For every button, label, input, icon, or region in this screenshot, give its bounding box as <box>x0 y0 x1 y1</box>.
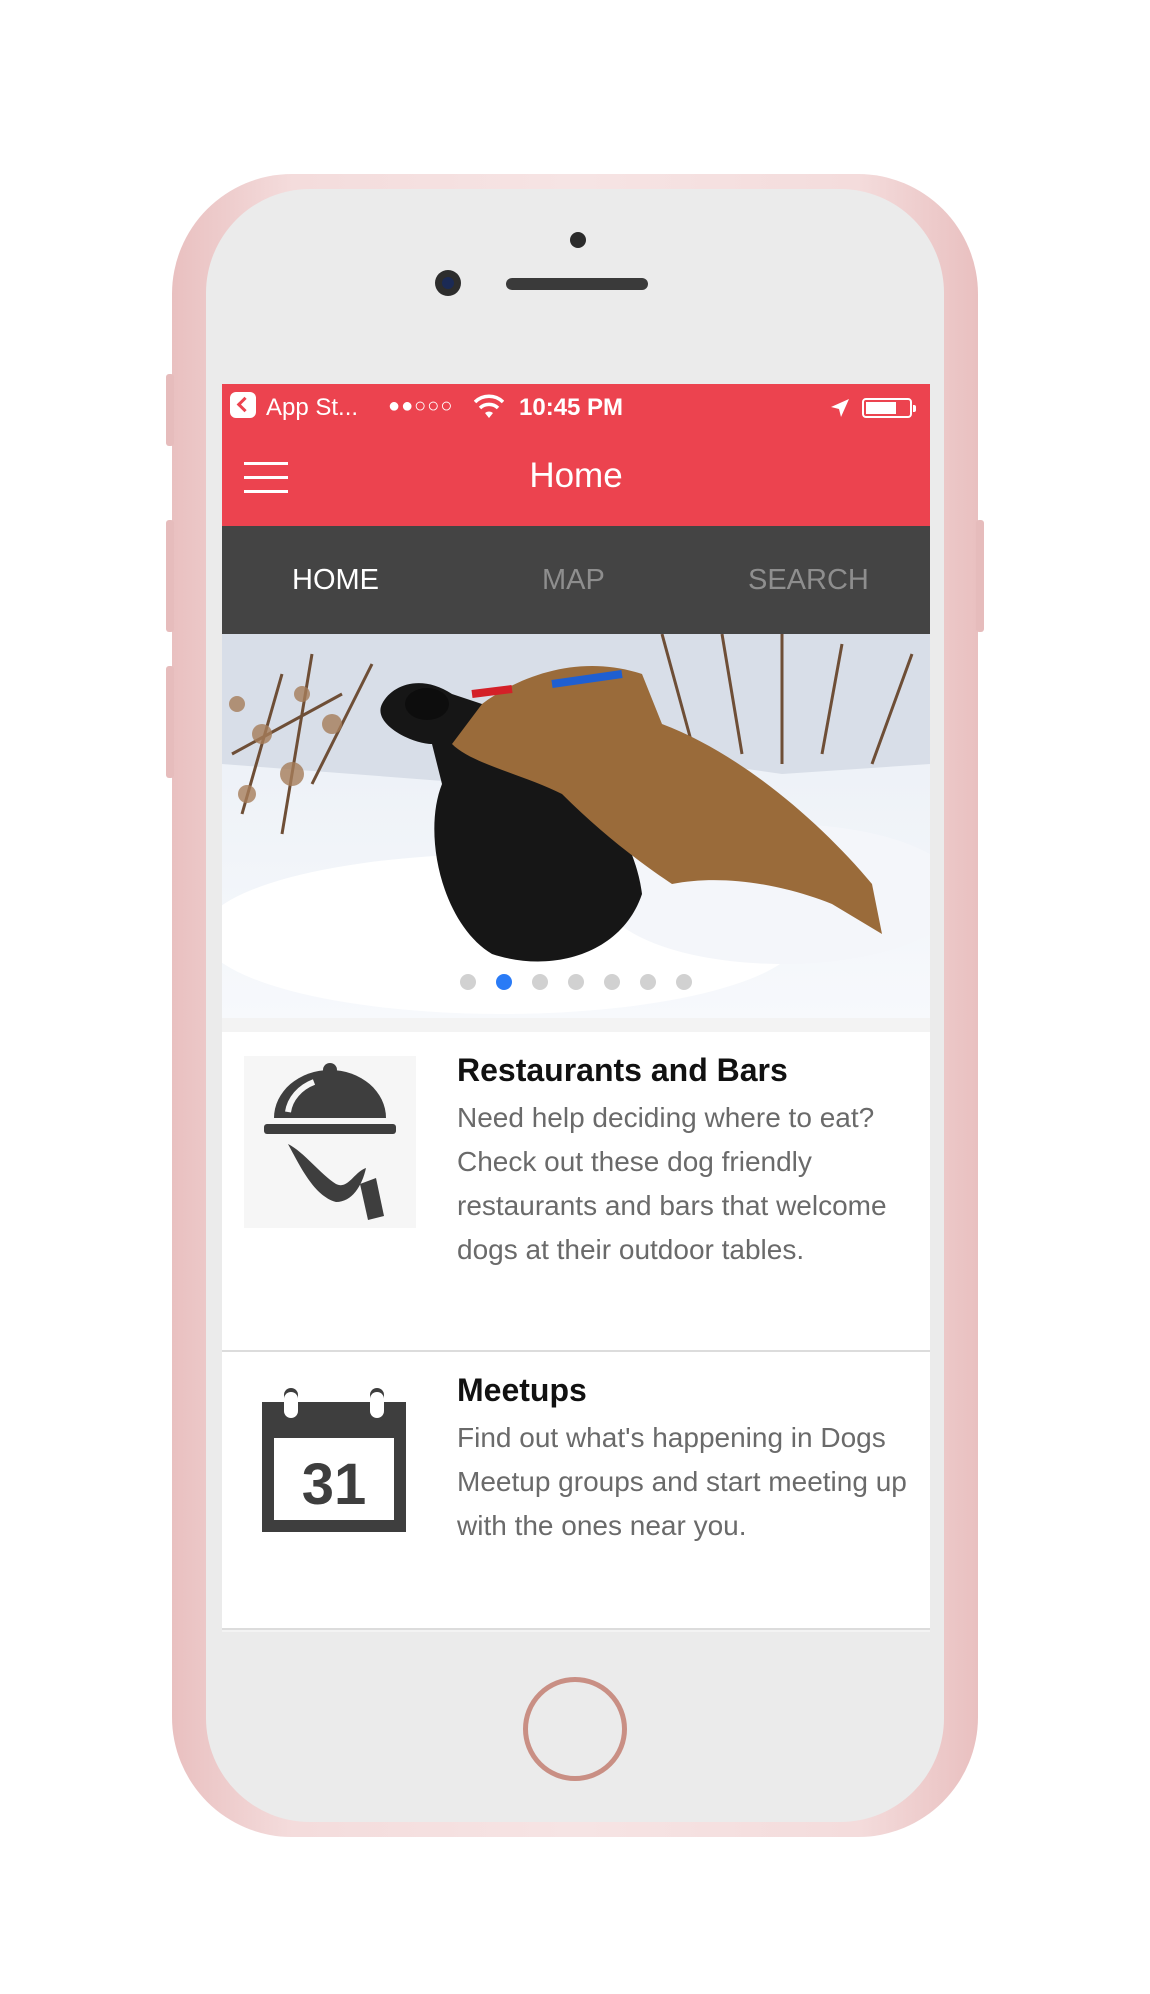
card-description: Need help deciding where to eat? Check o… <box>457 1102 887 1265</box>
status-time: 10:45 PM <box>519 394 624 421</box>
calendar-day: 31 <box>302 1452 367 1517</box>
card-title: Restaurants and Bars <box>457 1052 788 1088</box>
waiter-cloche-icon <box>244 1056 416 1228</box>
wifi-icon <box>474 394 504 418</box>
pager-dot[interactable] <box>604 974 620 990</box>
status-bar: App St... ●●○○○ 10:45 PM <box>222 384 930 430</box>
pager-dot[interactable] <box>676 974 692 990</box>
card-description: Find out what's happening in Dogs Meetup… <box>457 1422 907 1541</box>
pager-dot[interactable] <box>532 974 548 990</box>
tab-home[interactable]: HOME <box>292 564 379 597</box>
calendar-icon: 31 <box>244 1382 416 1554</box>
pager-dot[interactable] <box>568 974 584 990</box>
card-meetups[interactable]: 31 Meetups Find out what's happening in … <box>222 1352 930 1630</box>
tab-search[interactable]: SEARCH <box>748 564 869 597</box>
battery-icon <box>862 398 916 418</box>
silent-switch <box>166 374 174 446</box>
dogs-in-snow-photo <box>222 634 930 1018</box>
home-button[interactable] <box>523 1677 627 1781</box>
back-app-label[interactable]: App St... <box>266 394 358 422</box>
app-screen: App St... ●●○○○ 10:45 PM Home HOME MAP S… <box>222 384 930 1632</box>
power-button <box>976 520 984 632</box>
volume-up-button <box>166 520 174 632</box>
card-restaurants-and-bars[interactable]: Restaurants and Bars Need help deciding … <box>222 1032 930 1352</box>
page-title: Home <box>529 456 623 495</box>
location-arrow-icon <box>831 399 849 417</box>
photo-carousel[interactable] <box>222 634 930 1018</box>
carousel-pager <box>222 974 930 990</box>
earpiece-speaker <box>506 278 648 290</box>
pager-dot[interactable] <box>460 974 476 990</box>
pager-dot-active[interactable] <box>496 974 512 990</box>
back-to-app-icon[interactable] <box>230 392 256 418</box>
volume-down-button <box>166 666 174 778</box>
pager-dot[interactable] <box>640 974 656 990</box>
signal-strength: ●●○○○ <box>388 395 454 417</box>
front-camera <box>435 270 461 296</box>
tab-map[interactable]: MAP <box>542 564 605 597</box>
top-bar: App St... ●●○○○ 10:45 PM Home <box>222 384 930 526</box>
proximity-sensor <box>570 232 586 248</box>
tab-bar: HOME MAP SEARCH <box>222 526 930 634</box>
card-title: Meetups <box>457 1372 587 1408</box>
